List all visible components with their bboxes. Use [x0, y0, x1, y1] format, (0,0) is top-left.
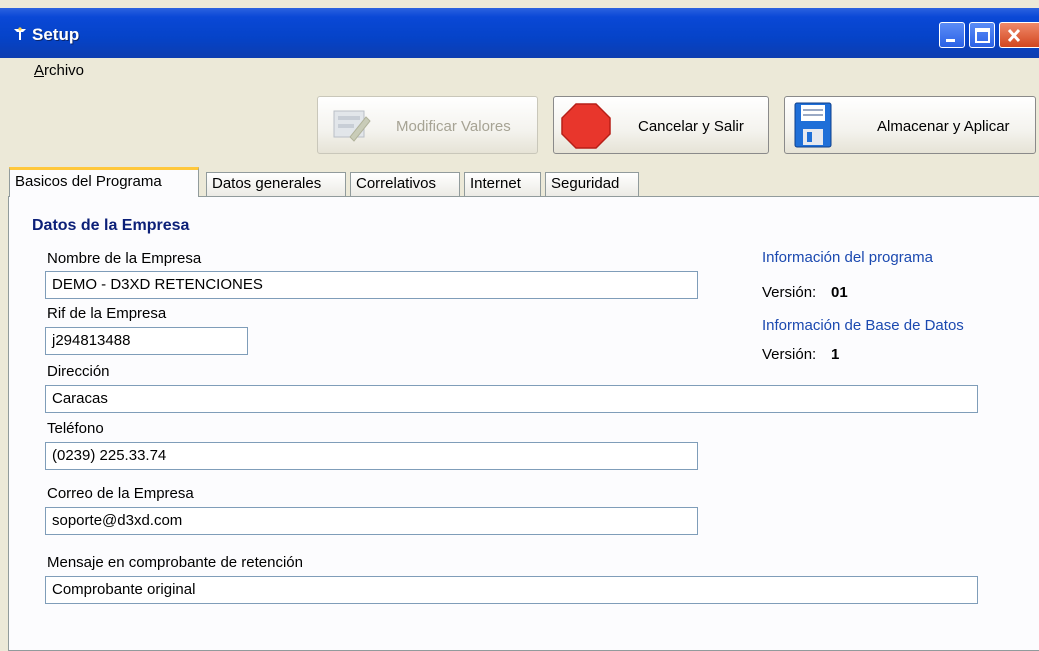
rif-label: Rif de la Empresa [47, 305, 167, 322]
tab-internet[interactable]: Internet [464, 172, 541, 196]
mensaje-field[interactable]: Comprobante original [45, 576, 978, 604]
tab-seguridad[interactable]: Seguridad [545, 172, 639, 196]
direccion-label: Dirección [47, 363, 110, 380]
maximize-icon [975, 28, 990, 43]
info-programa-heading: Información del programa [762, 249, 933, 266]
almacenar-aplicar-button[interactable]: Almacenar y Aplicar [784, 96, 1036, 154]
title-bar[interactable]: Setup [0, 8, 1039, 58]
programa-version-value: 01 [831, 284, 848, 301]
bd-version-value: 1 [831, 346, 840, 363]
mensaje-label: Mensaje en comprobante de retención [47, 554, 303, 571]
cancelar-salir-label: Cancelar y Salir [638, 118, 744, 135]
minimize-icon [946, 39, 955, 42]
tab-datos-generales[interactable]: Datos generales [206, 172, 346, 196]
minimize-button[interactable] [939, 22, 965, 48]
tab-basicos-del-programa[interactable]: Basicos del Programa [9, 167, 199, 197]
menu-bar: Archivo [0, 58, 1039, 84]
edit-form-icon [333, 110, 371, 142]
modificar-valores-button[interactable]: Modificar Valores [317, 96, 538, 154]
menu-archivo[interactable]: Archivo [34, 62, 84, 79]
correo-field[interactable]: soporte@d3xd.com [45, 507, 698, 535]
tab-correlativos[interactable]: Correlativos [350, 172, 460, 196]
cancelar-salir-button[interactable]: Cancelar y Salir [553, 96, 769, 154]
close-button[interactable] [999, 22, 1039, 48]
info-base-datos-heading: Información de Base de Datos [762, 317, 964, 334]
nombre-field[interactable]: DEMO - D3XD RETENCIONES [45, 271, 698, 299]
modificar-valores-label: Modificar Valores [396, 118, 511, 135]
window-title: Setup [32, 25, 80, 44]
rif-field[interactable]: j294813488 [45, 327, 248, 355]
nombre-label: Nombre de la Empresa [47, 250, 202, 267]
correo-label: Correo de la Empresa [47, 485, 194, 502]
bd-version-label: Versión: [762, 346, 817, 363]
section-title: Datos de la Empresa [32, 217, 190, 234]
toolbar: Modificar Valores Cancelar y Salir Almac… [0, 84, 1039, 164]
telefono-label: Teléfono [47, 420, 104, 437]
programa-version-label: Versión: [762, 284, 817, 301]
floppy-disk-icon [794, 102, 832, 148]
maximize-button[interactable] [969, 22, 995, 48]
stop-sign-icon [561, 103, 611, 149]
telefono-field[interactable]: (0239) 225.33.74 [45, 442, 698, 470]
setup-window: Setup Archivo Modificar Valores Cancelar… [0, 0, 1039, 651]
app-icon [14, 27, 26, 40]
almacenar-aplicar-label: Almacenar y Aplicar [877, 118, 1010, 135]
direccion-field[interactable]: Caracas [45, 385, 978, 413]
close-icon [1007, 28, 1021, 43]
tab-strip: Basicos del Programa Datos generales Cor… [0, 164, 1039, 197]
